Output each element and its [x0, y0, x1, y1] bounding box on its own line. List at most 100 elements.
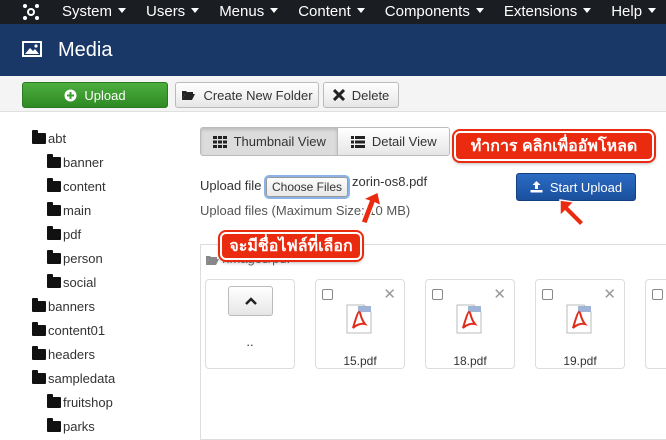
file-checkbox[interactable] [322, 289, 333, 300]
arrow-up-right-icon [360, 190, 383, 225]
folder-open-icon [206, 256, 219, 265]
view-toggle: Thumbnail View Detail View [200, 127, 450, 156]
folder-icon [32, 345, 46, 360]
main-menu: System Users Menus Content Components Ex… [62, 0, 666, 24]
menu-components[interactable]: Components [385, 0, 484, 24]
tree-folder-label: content01 [48, 322, 106, 338]
folder-icon [32, 321, 46, 336]
file-browser: /images/pdf .. ✕ 15.pdf ✕ 18.pdf ✕ 19.pd [200, 244, 666, 440]
chevron-down-icon [648, 8, 657, 13]
folder-up-label: .. [246, 334, 254, 349]
tree-folder-headers[interactable]: headers [32, 344, 95, 364]
folder-open-icon [181, 89, 196, 101]
folder-icon [47, 273, 61, 288]
menu-extensions-label: Extensions [503, 3, 578, 20]
start-upload-label: Start Upload [549, 179, 623, 195]
tree-folder-label: headers [48, 346, 95, 362]
folder-icon [32, 297, 46, 312]
choose-files-button[interactable]: Choose Files [266, 177, 348, 197]
chevron-down-icon [270, 8, 279, 13]
file-tile[interactable]: ✕ 15.pdf [315, 279, 405, 369]
tree-folder-content01[interactable]: content01 [32, 320, 105, 340]
tree-folder-label: person [63, 250, 103, 266]
selected-file-name: zorin-os8.pdf [352, 174, 428, 189]
tree-folder-label: parks [63, 418, 95, 434]
chevron-down-icon [356, 8, 365, 13]
folder-up-button[interactable] [228, 286, 273, 316]
folder-tree: abt banner content main pdf person socia… [0, 112, 190, 440]
close-icon[interactable]: ✕ [493, 285, 506, 303]
joomla-logo-icon[interactable] [22, 3, 40, 21]
arrow-up-left-icon [559, 199, 586, 228]
tree-folder-banner[interactable]: banner [47, 152, 103, 172]
tree-folder-banners[interactable]: banners [32, 296, 95, 316]
folder-icon [47, 393, 61, 408]
toolbar: Upload Create New Folder Delete [0, 76, 666, 112]
folder-up-tile[interactable]: .. [205, 279, 295, 369]
pdf-file-icon [346, 304, 372, 334]
upload-button[interactable]: Upload [22, 82, 168, 108]
folder-icon [47, 201, 61, 216]
tree-folder-label: social [63, 274, 97, 290]
upload-file-label: Upload file [200, 178, 262, 193]
top-navbar: System Users Menus Content Components Ex… [0, 0, 666, 24]
file-tile-partial[interactable] [645, 279, 666, 369]
chevron-up-icon [244, 297, 257, 305]
folder-icon [47, 225, 61, 240]
folder-icon [47, 153, 61, 168]
tree-folder-label: sampledata [48, 370, 116, 386]
file-tile[interactable]: ✕ 18.pdf [425, 279, 515, 369]
tree-folder-abt[interactable]: abt [32, 128, 66, 148]
list-icon [350, 135, 365, 148]
delete-button[interactable]: Delete [323, 82, 399, 108]
menu-menus-label: Menus [219, 3, 265, 20]
tree-folder-label: fruitshop [63, 394, 113, 410]
chevron-down-icon [118, 8, 127, 13]
plus-circle-icon [64, 89, 77, 102]
folder-icon [32, 369, 46, 384]
detail-view-button[interactable]: Detail View [338, 128, 449, 155]
menu-content-label: Content [298, 3, 351, 20]
tree-folder-pdf[interactable]: pdf [47, 224, 81, 244]
folder-icon [47, 249, 61, 264]
close-icon[interactable]: ✕ [383, 285, 396, 303]
folder-icon [32, 129, 46, 144]
tree-folder-label: content [63, 178, 106, 194]
chevron-down-icon [583, 8, 592, 13]
menu-help[interactable]: Help [611, 0, 657, 24]
thumbnail-view-label: Thumbnail View [233, 134, 326, 149]
close-icon[interactable]: ✕ [603, 285, 616, 303]
grid-icon [212, 135, 227, 148]
create-folder-button[interactable]: Create New Folder [175, 82, 319, 108]
tree-folder-label: banner [63, 154, 104, 170]
tree-folder-fruitshop[interactable]: fruitshop [47, 392, 113, 412]
file-checkbox[interactable] [542, 289, 553, 300]
file-checkbox[interactable] [652, 289, 663, 300]
menu-menus[interactable]: Menus [219, 0, 279, 24]
annotation-upload-note: ทำการ คลิกเพื่ออัพโหลด [454, 131, 654, 161]
menu-users[interactable]: Users [146, 0, 200, 24]
menu-extensions[interactable]: Extensions [503, 0, 592, 24]
tree-folder-social[interactable]: social [47, 272, 96, 292]
tree-folder-parks[interactable]: parks [47, 416, 95, 436]
menu-system[interactable]: System [62, 0, 127, 24]
thumbnail-view-button[interactable]: Thumbnail View [201, 128, 339, 155]
tree-folder-sampledata[interactable]: sampledata [32, 368, 115, 388]
tree-folder-person[interactable]: person [47, 248, 103, 268]
menu-users-label: Users [146, 3, 186, 20]
tree-folder-label: pdf [63, 226, 82, 242]
delete-button-label: Delete [351, 87, 390, 103]
file-name: 15.pdf [343, 354, 377, 368]
tree-folder-main[interactable]: main [47, 200, 91, 220]
create-folder-label: Create New Folder [203, 87, 313, 103]
file-tile[interactable]: ✕ 19.pdf [535, 279, 625, 369]
folder-icon [47, 177, 61, 192]
menu-help-label: Help [611, 3, 643, 20]
tree-folder-label: main [63, 202, 92, 218]
menu-content[interactable]: Content [298, 0, 365, 24]
file-name: 19.pdf [563, 354, 597, 368]
tree-folder-content[interactable]: content [47, 176, 106, 196]
annotation-filename-note: จะมีชื่อไฟล์ที่เลือก [220, 232, 362, 260]
menu-components-label: Components [384, 3, 470, 20]
file-checkbox[interactable] [432, 289, 443, 300]
